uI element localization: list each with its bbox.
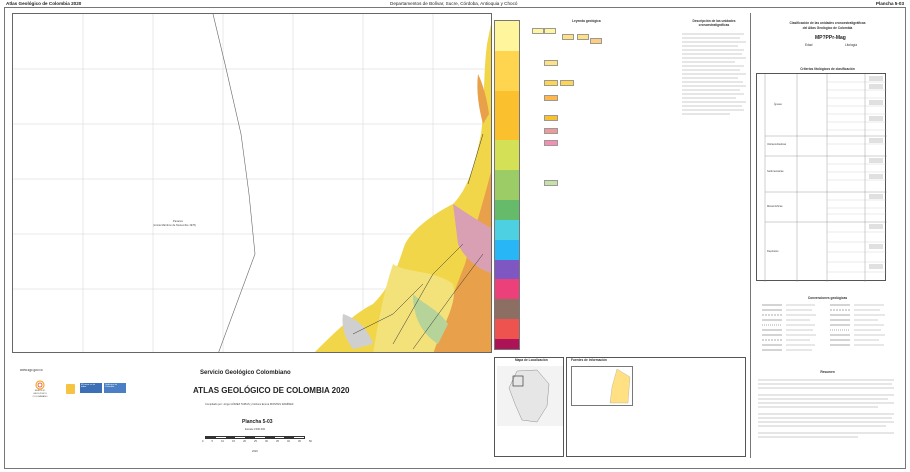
scale-tick: 25: [254, 440, 257, 443]
legend-swatch: [544, 140, 558, 146]
location-panel: Mapa de Localización: [494, 357, 564, 457]
summary-title: Resumen: [820, 370, 835, 374]
classification-title-2: del Atlas Geológico de Colombia: [802, 26, 853, 30]
location-title: Mapa de Localización: [515, 358, 548, 362]
scale-tick: 5: [211, 440, 213, 443]
sources-index-map: [571, 366, 633, 406]
legend-swatch: [544, 60, 558, 66]
atlas-title: ATLAS GEOLÓGICO DE COLOMBIA 2020: [193, 386, 350, 395]
sources-title: Fuentes de información: [571, 358, 607, 362]
colombia-shield-icon: [66, 384, 75, 394]
scale-tick: 15: [232, 440, 235, 443]
classification-code: MP?PPr-Mag: [815, 35, 846, 41]
sgc-logo-icon: [35, 380, 45, 390]
legend-swatch: [544, 95, 558, 101]
units-description-panel: Descripción de las unidades cronoestrati…: [680, 19, 748, 130]
summary-text-lines: [758, 379, 894, 438]
legend-swatch: [590, 38, 602, 44]
map-panel[interactable]: Panamá (Límite Marítimo de Noviembre 197…: [12, 13, 492, 353]
scale-tick: 40: [287, 440, 290, 443]
legend-swatch: [544, 128, 558, 134]
units-text-lines: [682, 33, 746, 115]
scale-bar: [205, 436, 305, 439]
lith-label: Litología: [845, 43, 858, 47]
criteria-title: Criterios litológicos de clasificación: [800, 67, 855, 71]
scale-tick: 0: [202, 440, 204, 443]
org-name: Servicio Geológico Colombiano: [200, 370, 291, 376]
scale-tick: 20: [243, 440, 246, 443]
sgc-text-3: COLOMBIANO: [32, 396, 48, 398]
row-label-sedimentary: Sedimentarias: [767, 170, 784, 173]
scale-label: Escala 1:500.000: [245, 428, 266, 431]
stratigraphic-column: [494, 20, 520, 350]
row-label-volcanoclastic: Volcanoclásticas: [767, 143, 787, 146]
legend-swatch: [562, 34, 574, 40]
header-right: Plancha 5-03: [875, 1, 904, 6]
scale-tick: 10: [221, 440, 224, 443]
sgc-text-1: SERVICIO: [34, 390, 46, 392]
location-map: [497, 366, 563, 426]
scale-tick: 45: [297, 440, 301, 443]
sea-sublabel: (Límite Marítimo de Noviembre 1976): [153, 224, 196, 227]
sources-map-shape: [609, 368, 631, 404]
scale-tick: 50: [308, 440, 312, 443]
geologic-map: [13, 14, 491, 352]
website-link[interactable]: www.sgc.gov.co: [20, 368, 43, 373]
units-title: Descripción de las unidades cronoestrati…: [692, 19, 736, 27]
scale-tick: 35: [276, 440, 279, 443]
sheet-number: Plancha 5-03: [242, 419, 273, 425]
scale-ticks: 0 5 10 15 20 25 30 35 40 45 50: [202, 440, 312, 443]
legend-swatch: [532, 28, 544, 34]
sources-panel: Fuentes de información: [566, 357, 746, 457]
minenergia-logo: El futuro es de todos: [80, 383, 102, 393]
row-label-igneous: Ígneas: [774, 103, 782, 106]
scale-tick: 30: [265, 440, 268, 443]
legend-swatch: [544, 180, 558, 186]
age-label: Edad: [805, 43, 813, 47]
legend-swatch: [577, 34, 589, 40]
header-left: Atlas Geológico de Colombia 2020: [6, 1, 82, 6]
legend-swatch: [544, 115, 558, 121]
contacts-title: Convenciones geológicas: [807, 296, 848, 300]
row-label-metamorphic: Metamórficas: [767, 205, 783, 208]
legend-panel: Leyenda geológica: [522, 19, 677, 350]
compiled-by: Compilado por: Jorge GÓMEZ TAPIAS y Noho…: [205, 403, 294, 406]
row-label-deposits: Depósitos: [767, 250, 779, 253]
divider: [750, 13, 751, 458]
legend-title: Leyenda geológica: [572, 19, 601, 23]
year-label: 2020: [252, 450, 258, 453]
gov-logo: Gobierno de Colombia: [104, 383, 126, 393]
sgc-logo: SERVICIO GEOLÓGICO COLOMBIANO: [20, 380, 60, 402]
sea-label: Panamá: [173, 220, 183, 223]
sgc-text-2: GEOLÓGICO: [33, 393, 47, 395]
header-center: Departamentos de Bolívar, Sucre, Córdoba…: [390, 1, 518, 6]
contacts-lines: [762, 304, 885, 351]
legend-swatch: [544, 28, 556, 34]
legend-swatch: [560, 80, 574, 86]
legend-swatch: [544, 80, 558, 86]
